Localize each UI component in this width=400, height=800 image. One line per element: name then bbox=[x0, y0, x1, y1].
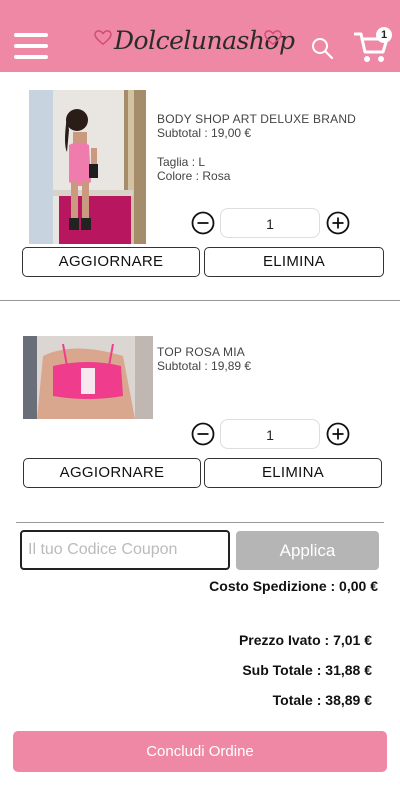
sub-total: Sub Totale : 31,88 € bbox=[242, 662, 372, 678]
decrease-quantity-icon[interactable] bbox=[191, 422, 215, 446]
update-button[interactable]: AGGIORNARE bbox=[23, 458, 201, 488]
quantity-field[interactable]: 1 bbox=[220, 419, 320, 449]
product-image[interactable] bbox=[23, 336, 153, 419]
checkout-button[interactable]: Concludi Ordine bbox=[13, 731, 387, 772]
product-name: TOP ROSA MIA bbox=[157, 345, 245, 359]
section-divider bbox=[16, 522, 384, 523]
shipping-cost: Costo Spedizione : 0,00 € bbox=[209, 578, 378, 594]
grand-total: Totale : 38,89 € bbox=[272, 692, 372, 708]
apply-coupon-button[interactable]: Applica bbox=[236, 531, 379, 570]
vat-price: Prezzo Ivato : 7,01 € bbox=[238, 632, 372, 648]
remove-button[interactable]: ELIMINA bbox=[204, 458, 382, 488]
product-subtotal: Subtotal : 19,89 € bbox=[157, 359, 252, 373]
cart-item: TOP ROSA MIA Subtotal : 19,89 € 1 AGGIOR… bbox=[0, 0, 400, 500]
coupon-input[interactable] bbox=[20, 530, 230, 570]
increase-quantity-icon[interactable] bbox=[326, 422, 350, 446]
